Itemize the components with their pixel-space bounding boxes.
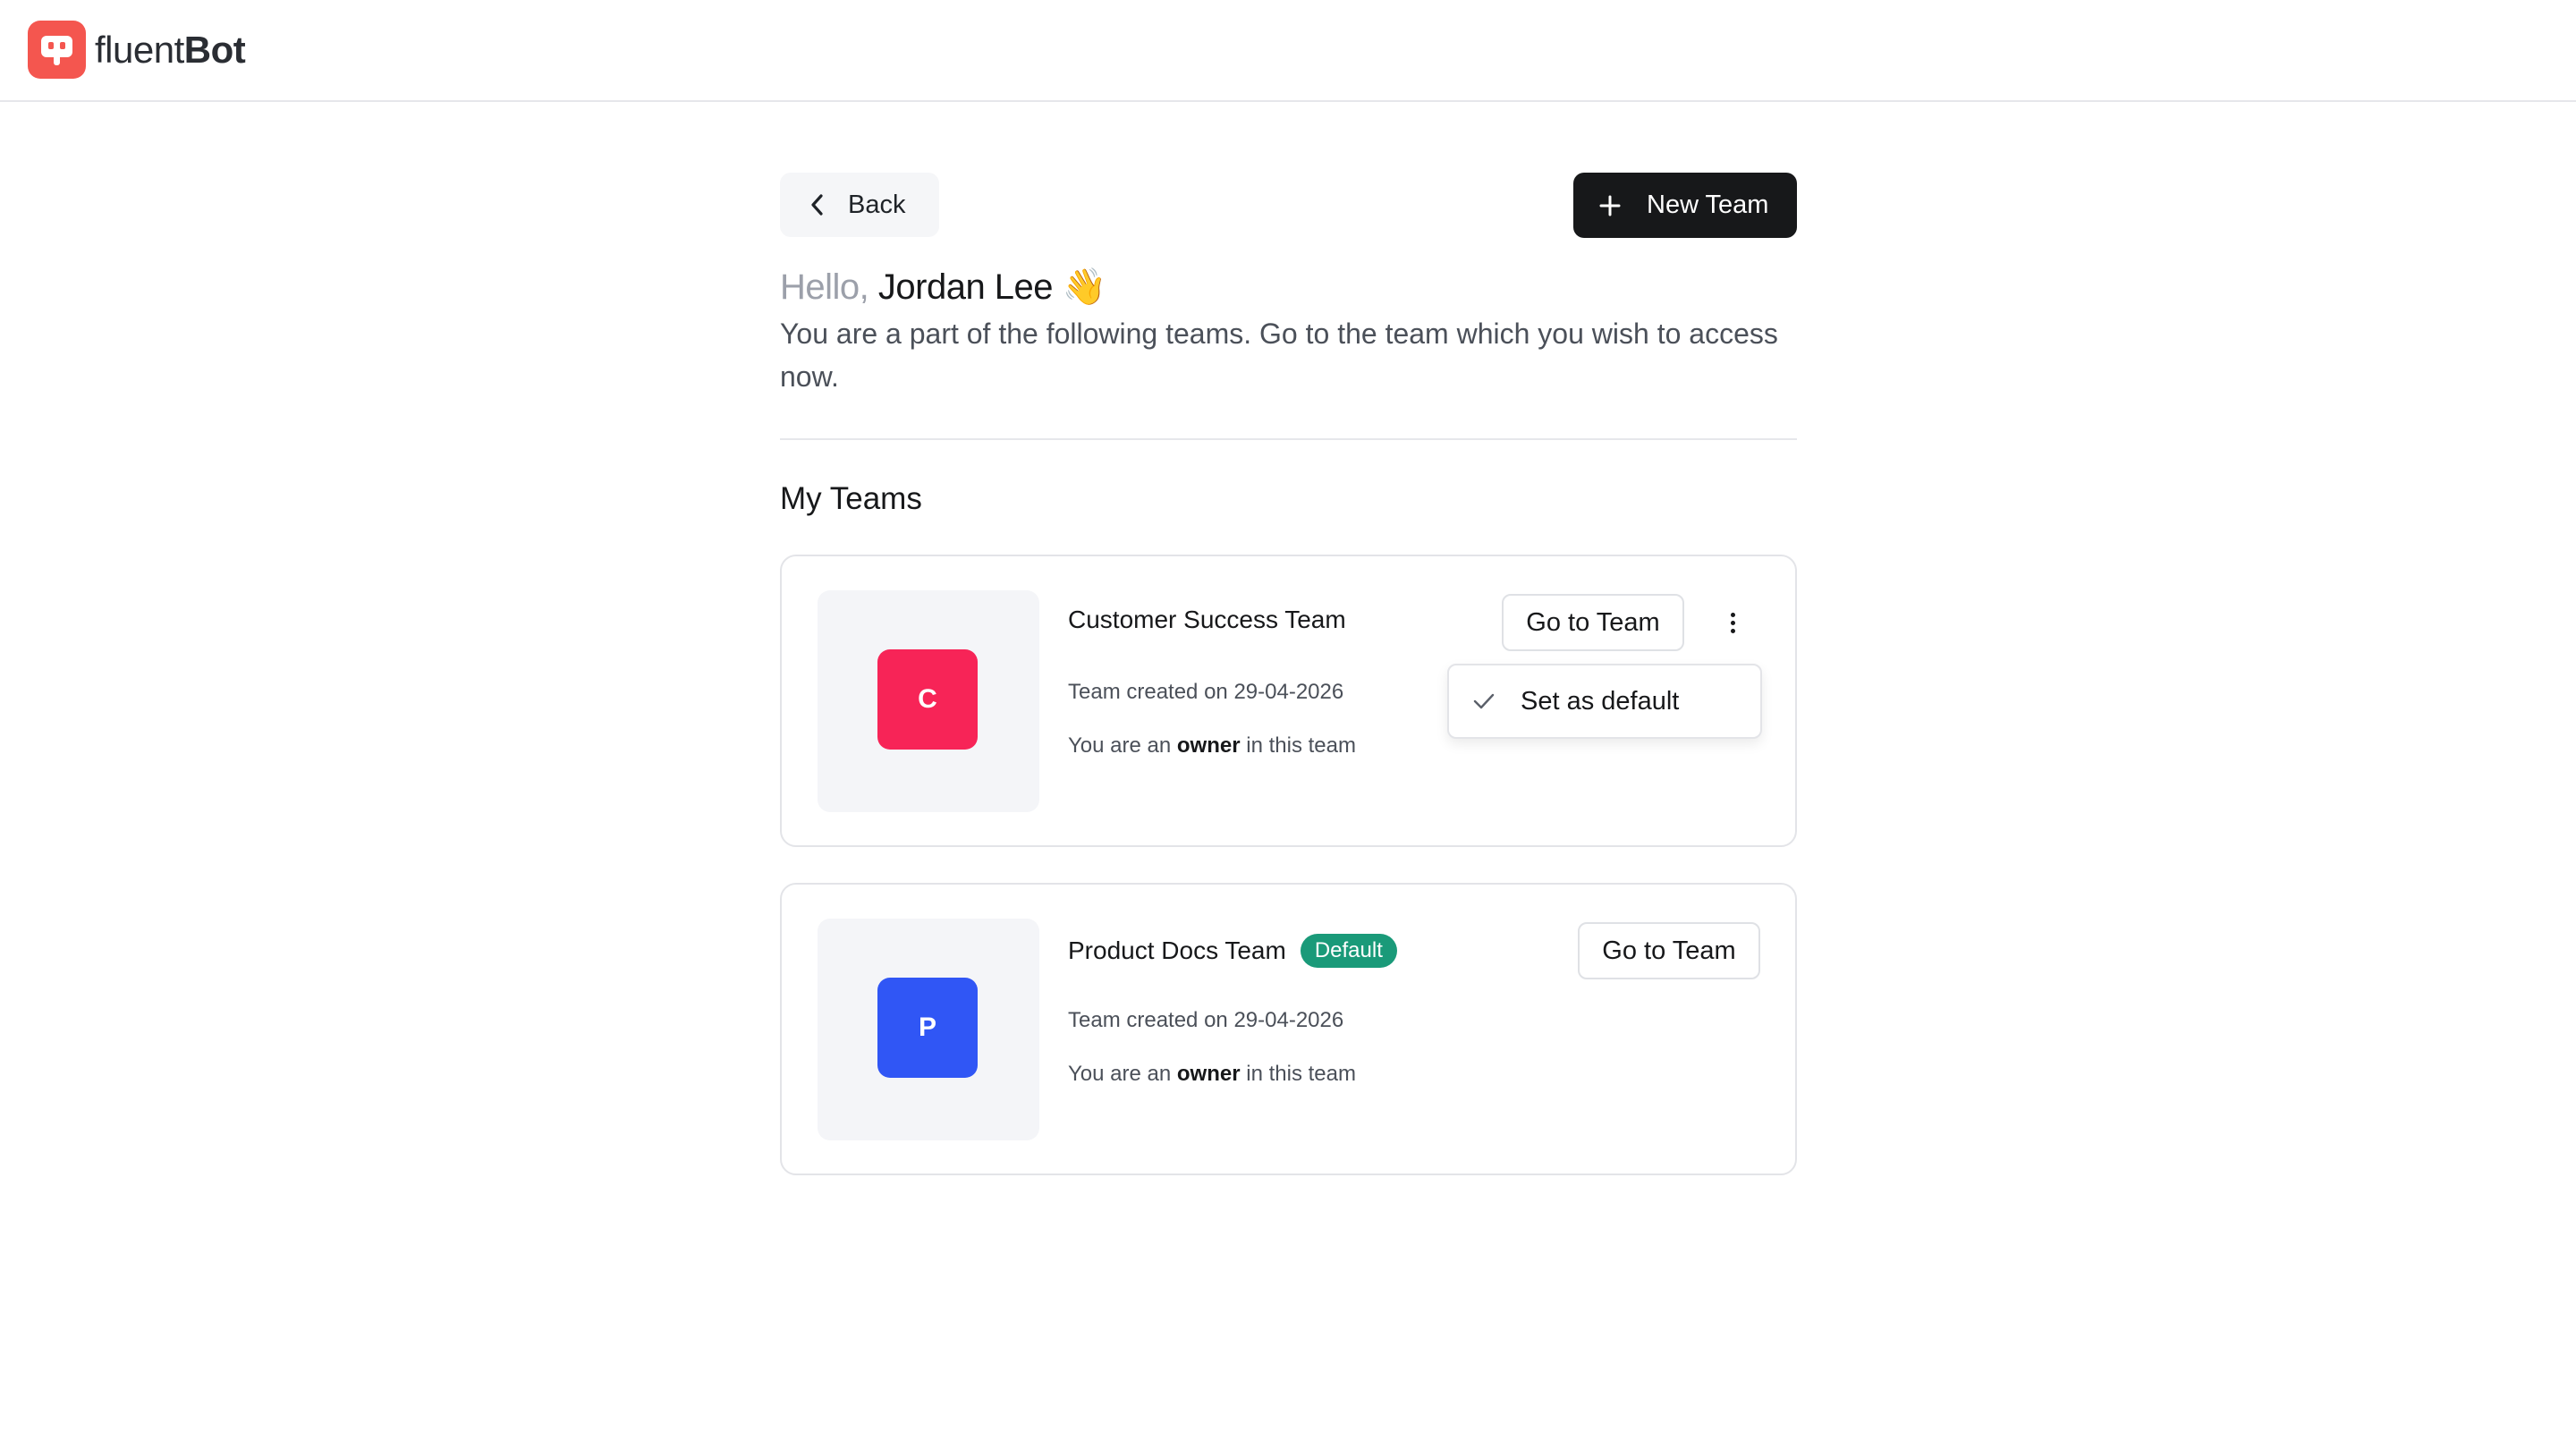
team-avatar: P (877, 978, 978, 1078)
waving-hand-icon: 👋 (1062, 267, 1107, 307)
brand-name-bold: Bot (183, 28, 246, 71)
team-card: P Product Docs Team Default Team created… (780, 883, 1797, 1175)
chevron-left-icon (811, 194, 823, 216)
team-role-suffix: in this team (1246, 733, 1356, 758)
greeting-hello: Hello, (780, 267, 869, 307)
divider (780, 438, 1797, 440)
brand-name: fluentBot (95, 28, 246, 72)
header-row: Back New Team (780, 173, 1797, 239)
team-avatar-container: P (818, 919, 1039, 1140)
check-icon (1473, 693, 1495, 709)
team-role-value: owner (1176, 733, 1241, 758)
team-created-date: Team created on 29-04-2026 (1068, 680, 1344, 704)
main-content: Back New Team Hello, Jordan Lee 👋 You ar… (780, 173, 1797, 1175)
brand[interactable]: fluentBot (28, 21, 246, 79)
set-as-default-menu-item[interactable]: Set as default (1449, 665, 1760, 737)
team-options-menu: Set as default (1447, 664, 1762, 739)
greeting-subtitle: You are a part of the following teams. G… (780, 318, 1778, 393)
back-button[interactable]: Back (780, 173, 939, 237)
team-name: Customer Success Team (1068, 606, 1346, 633)
default-badge: Default (1300, 934, 1397, 968)
greeting-heading: Hello, Jordan Lee 👋 (780, 266, 1797, 309)
section-title: My Teams (780, 481, 922, 516)
brand-name-light: fluent (95, 28, 184, 71)
team-role-suffix: in this team (1246, 1062, 1356, 1086)
team-card: C Customer Success Team Team created on … (780, 555, 1797, 847)
team-role: You are an owner in this team (1068, 733, 1356, 758)
new-team-button[interactable]: New Team (1573, 173, 1797, 238)
top-bar: fluentBot (0, 0, 2576, 102)
more-options-icon[interactable] (1716, 606, 1749, 639)
chat-bot-icon (28, 21, 86, 79)
new-team-button-label: New Team (1647, 191, 1769, 219)
back-button-label: Back (848, 190, 906, 219)
go-to-team-button[interactable]: Go to Team (1578, 922, 1760, 979)
team-avatar-container: C (818, 590, 1039, 812)
set-as-default-label: Set as default (1521, 686, 1680, 716)
user-name: Jordan Lee (877, 267, 1054, 307)
team-created-date: Team created on 29-04-2026 (1068, 1008, 1344, 1032)
team-role: You are an owner in this team (1068, 1062, 1356, 1087)
go-to-team-button[interactable]: Go to Team (1502, 594, 1684, 651)
team-role-value: owner (1176, 1062, 1241, 1086)
team-role-prefix: You are an (1068, 1062, 1172, 1086)
plus-icon (1599, 195, 1621, 216)
team-role-prefix: You are an (1068, 733, 1172, 758)
team-name-row: Product Docs Team Default (1068, 934, 1397, 968)
team-avatar: C (877, 649, 978, 750)
team-name: Product Docs Team (1068, 936, 1286, 964)
team-name-row: Customer Success Team (1068, 606, 1346, 634)
